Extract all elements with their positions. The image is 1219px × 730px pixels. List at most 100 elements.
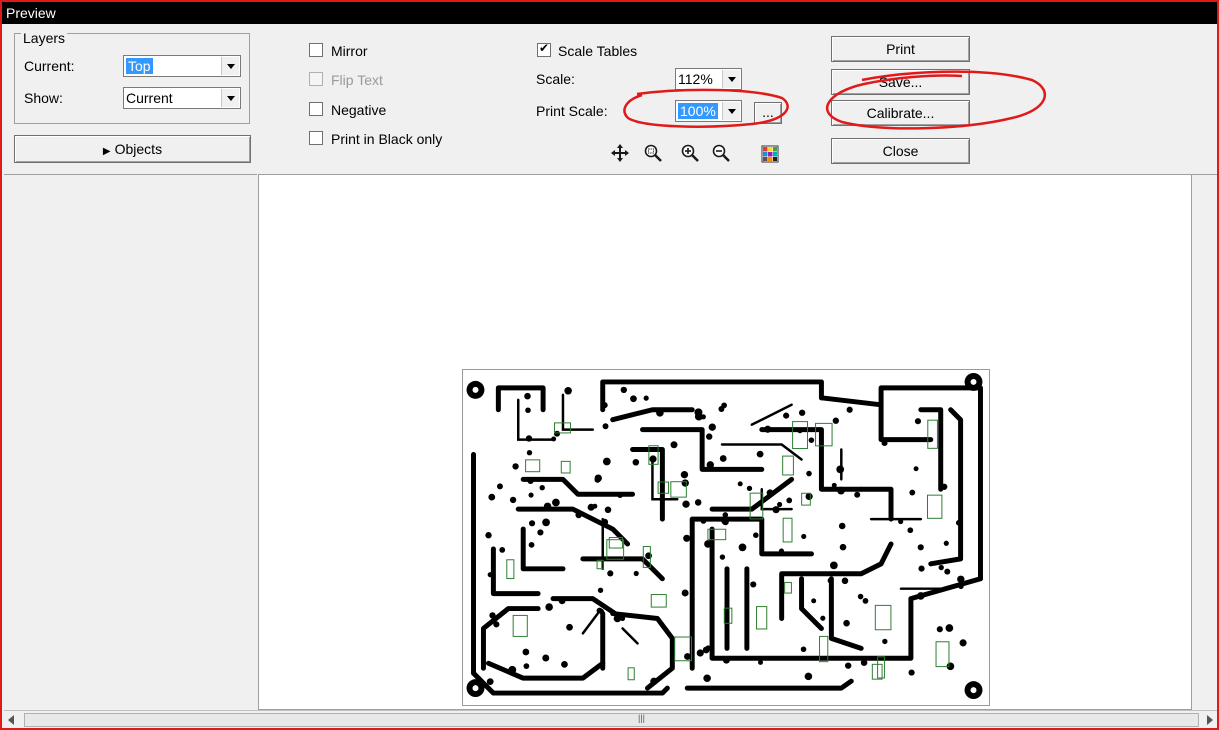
pcb-pad (801, 533, 807, 539)
print-scale-more-button[interactable]: ... (754, 102, 782, 124)
pcb-pad (643, 395, 649, 401)
pcb-pad (738, 543, 747, 552)
pcb-pad (564, 386, 572, 395)
negative-checkbox[interactable] (309, 102, 323, 116)
pcb-component-outline (650, 594, 667, 608)
pcb-component-outline (935, 641, 950, 668)
horizontal-scrollbar[interactable]: ||| (4, 710, 1217, 728)
objects-button[interactable]: ▶ Objects (14, 135, 251, 163)
pcb-pad (746, 485, 753, 492)
pcb-pad (846, 406, 853, 413)
pcb-pad (938, 564, 944, 571)
pcb-pad (602, 423, 609, 430)
pcb-component-outline (560, 460, 571, 474)
objects-button-label: Objects (114, 141, 163, 157)
pcb-pad (601, 402, 608, 409)
negative-label[interactable]: Negative (331, 102, 386, 118)
pcb-pad (908, 669, 915, 676)
pcb-component-outline (792, 421, 809, 450)
pcb-pad (722, 518, 729, 526)
pcb-pad (797, 427, 803, 434)
pcb-pad (705, 645, 711, 651)
pcb-pad (694, 408, 703, 417)
pcb-pad (831, 482, 837, 488)
pcb-pad (525, 435, 533, 442)
close-button[interactable]: Close (831, 138, 970, 164)
pcb-pad (703, 674, 711, 683)
pcb-pad (811, 598, 817, 604)
title-bar[interactable]: Preview (2, 2, 1217, 24)
pcb-pad (488, 493, 496, 501)
pcb-pad (526, 450, 533, 456)
chevron-down-icon[interactable] (221, 57, 239, 75)
print-button[interactable]: Print (831, 36, 970, 62)
pcb-pad (841, 577, 849, 585)
pcb-pad (696, 649, 704, 657)
chevron-down-icon[interactable] (722, 102, 740, 120)
layers-group-label: Layers (21, 30, 68, 46)
pcb-pad (681, 589, 689, 597)
pcb-pad (645, 552, 652, 560)
print-scale-select[interactable]: 100% (675, 100, 742, 122)
pcb-pad (758, 659, 763, 665)
black-only-checkbox[interactable] (309, 131, 323, 145)
layers-group (14, 33, 250, 124)
pcb-pad (941, 483, 948, 490)
chevron-down-icon[interactable] (221, 89, 239, 107)
scale-label: Scale: (536, 71, 575, 87)
scroll-left-icon[interactable] (8, 715, 14, 725)
scale-tables-checkbox[interactable] (537, 41, 551, 57)
pcb-pad (493, 621, 500, 628)
pcb-pad (633, 570, 639, 577)
current-layer-select[interactable]: Top (123, 55, 241, 77)
flip-text-label[interactable]: Flip Text (331, 72, 383, 88)
pcb-pad (783, 412, 790, 419)
save-button[interactable]: Save... (831, 69, 970, 95)
scale-tables-label[interactable]: Scale Tables (558, 43, 637, 59)
pcb-pad (722, 656, 730, 664)
pcb-pad (857, 593, 864, 600)
pcb-component-outline (627, 667, 635, 681)
chevron-down-icon[interactable] (722, 70, 740, 88)
pcb-pad (620, 386, 627, 394)
zoom-out-icon[interactable] (711, 143, 731, 163)
pcb-pad (602, 457, 611, 466)
pcb-component-outline (782, 455, 794, 476)
mirror-checkbox[interactable] (309, 43, 323, 57)
scrollbar-thumb[interactable] (24, 713, 1199, 727)
scroll-right-icon[interactable] (1207, 715, 1213, 725)
pcb-pad (681, 479, 689, 487)
mirror-label[interactable]: Mirror (331, 43, 368, 59)
pcb-pad (650, 677, 658, 686)
zoom-in-icon[interactable] (680, 143, 700, 163)
pcb-pad (914, 418, 922, 425)
preview-window: Preview Layers Current: Top Show: Curren… (0, 0, 1219, 730)
pcb-traces (471, 379, 983, 696)
pcb-component-outline (927, 494, 943, 519)
pcb-pad (649, 455, 657, 463)
pcb-pad (798, 409, 806, 416)
zoom-area-icon[interactable] (643, 143, 663, 163)
pcb-pad (694, 499, 702, 506)
show-layer-select[interactable]: Current (123, 87, 241, 109)
scale-select[interactable]: 112% (675, 68, 742, 90)
black-only-label[interactable]: Print in Black only (331, 131, 442, 147)
pcb-pad (898, 518, 904, 525)
pcb-pad (882, 638, 888, 645)
print-scale-value: 100% (678, 103, 718, 119)
pcb-pad (545, 603, 553, 611)
color-palette-icon[interactable] (760, 144, 780, 164)
pcb-pad (528, 492, 534, 498)
pcb-pad (955, 520, 962, 526)
pcb-pad (485, 532, 492, 539)
pcb-pad (776, 501, 783, 508)
flip-text-checkbox[interactable] (309, 72, 323, 86)
pcb-pad (805, 492, 813, 501)
calibrate-button[interactable]: Calibrate... (831, 100, 970, 126)
move-icon[interactable] (610, 143, 630, 163)
pcb-pad (917, 544, 924, 551)
triangle-right-icon: ▶ (102, 146, 111, 157)
pcb-pad (820, 615, 826, 621)
pcb-pad (766, 489, 774, 497)
pcb-pad (604, 506, 612, 514)
